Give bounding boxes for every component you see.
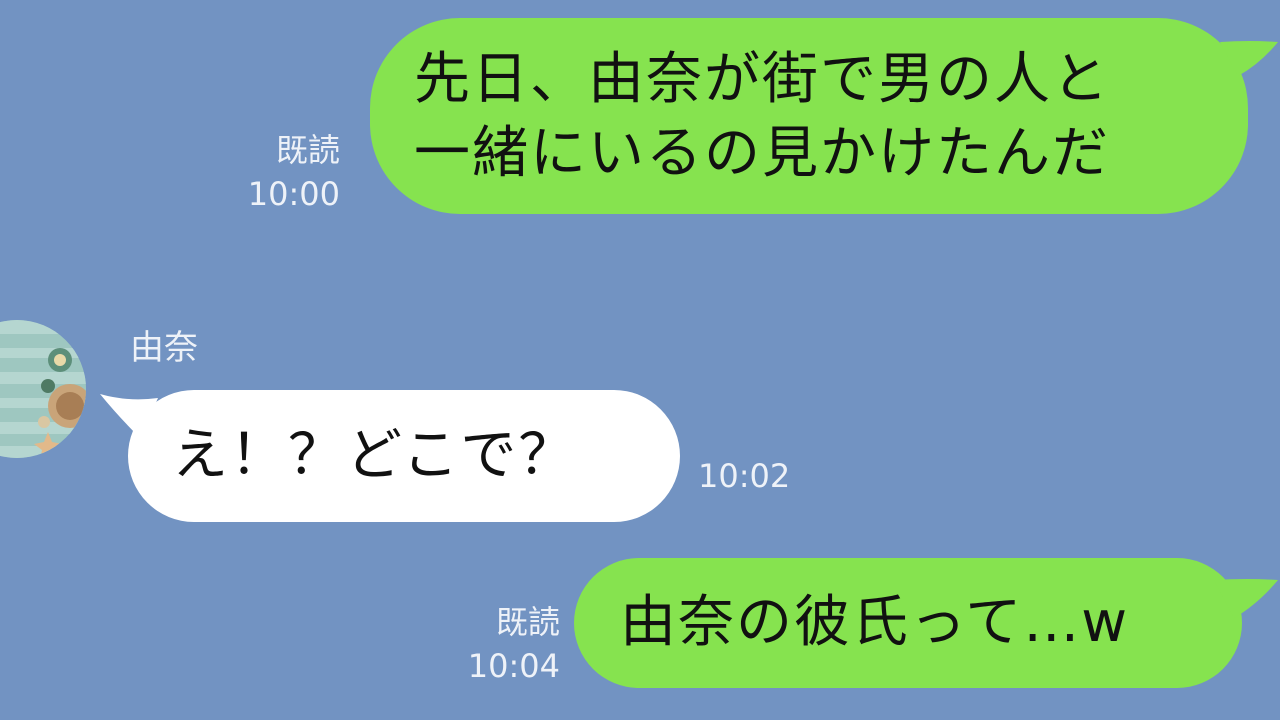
read-receipt: 既読 10:04 bbox=[460, 600, 560, 688]
message-text-line-1: え！？どこで？ bbox=[172, 423, 577, 488]
message-bubble[interactable]: え！？どこで？ bbox=[128, 390, 680, 522]
message-time: 10:02 bbox=[698, 457, 791, 495]
bubble-tail bbox=[1214, 579, 1278, 618]
message-text-line-1: 由奈の彼氏って…w bbox=[620, 590, 1130, 655]
read-label: 既読 bbox=[495, 603, 560, 641]
message-text-line-1: 先日、由奈が街で男の人と bbox=[414, 47, 1110, 112]
message-bubble[interactable]: 先日、由奈が街で男の人と 一緒にいるの見かけたんだ bbox=[370, 18, 1248, 214]
read-label: 既読 bbox=[275, 131, 340, 169]
avatar[interactable] bbox=[0, 320, 86, 458]
seaside-photo-avatar-icon bbox=[0, 320, 86, 458]
read-receipt: 既読 10:00 bbox=[240, 128, 340, 216]
message-text-line-2: 一緒にいるの見かけたんだ bbox=[414, 121, 1110, 186]
bubble-tail bbox=[1220, 41, 1278, 76]
message-bubble[interactable]: 由奈の彼氏って…w bbox=[574, 558, 1242, 688]
message-time: 10:00 bbox=[247, 175, 340, 213]
message-time: 10:04 bbox=[467, 647, 560, 685]
sender-name: 由奈 bbox=[130, 328, 198, 368]
